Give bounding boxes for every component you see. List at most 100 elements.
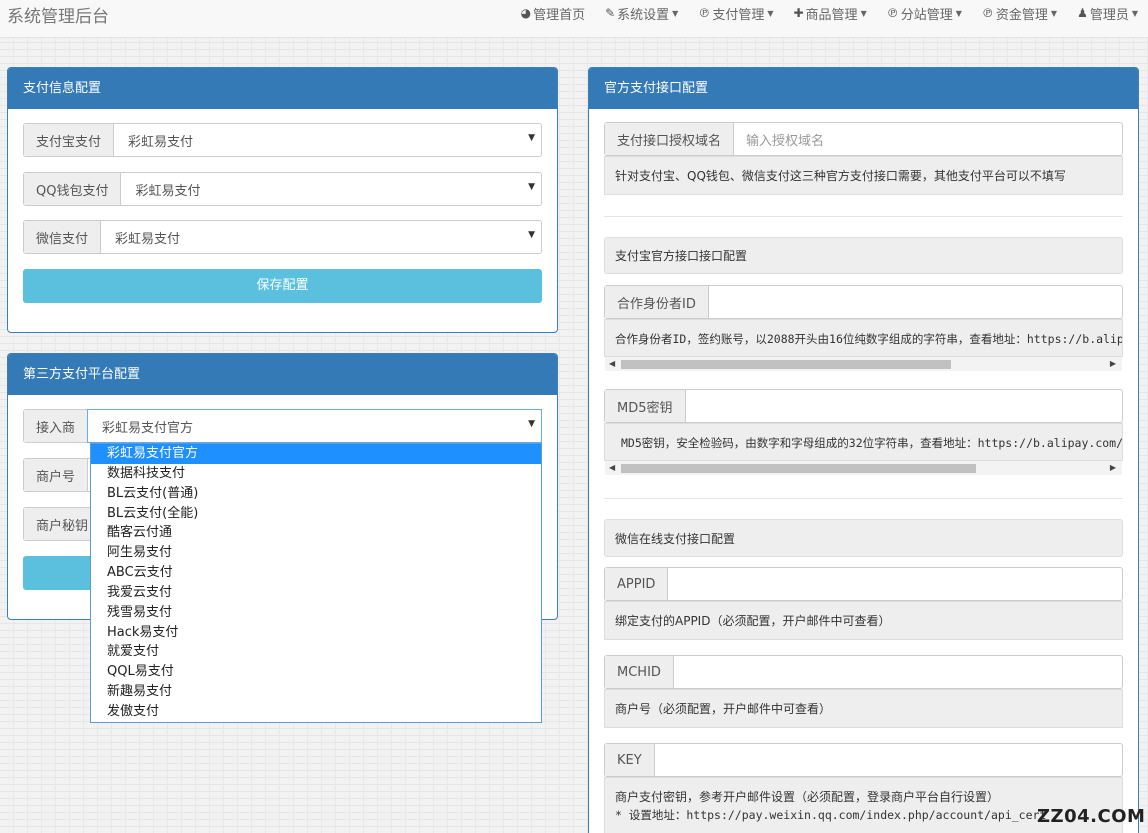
wx-key-label: KEY	[605, 744, 655, 776]
md5-key-group: MD5密钥	[604, 389, 1123, 423]
paypal-icon: ℗	[698, 6, 711, 20]
qq-select-value: 彩虹易支付	[135, 183, 201, 199]
md5-key-input[interactable]	[686, 390, 1123, 422]
nav-item-label: 支付管理	[712, 7, 765, 23]
caret-down-icon: ▼	[955, 8, 962, 18]
dashboard-icon: ◕	[520, 6, 532, 20]
alipay-select-group: 支付宝支付 彩虹易支付 ▼	[23, 123, 542, 157]
qq-select[interactable]: 彩虹易支付 ▼	[121, 173, 541, 205]
divider	[604, 498, 1123, 499]
mchid-group: MCHID	[604, 655, 1123, 689]
appid-group: APPID	[604, 567, 1123, 601]
md5-key-help-scrollbar[interactable]: ◀ ▶	[605, 461, 1122, 475]
caret-down-icon: ▼	[860, 8, 867, 18]
qq-select-group: QQ钱包支付 彩虹易支付 ▼	[23, 172, 542, 206]
md5-key-label: MD5密钥	[605, 390, 686, 422]
nav-item-0[interactable]: ◕ 管理首页	[511, 0, 596, 26]
dropdown-option[interactable]: BL云支付(普通)	[91, 484, 541, 504]
mchid-help: 商户号（必须配置，开户邮件中可查看）	[604, 689, 1123, 728]
save-config-button[interactable]: 保存配置	[23, 269, 542, 303]
dropdown-option[interactable]: ABC云支付	[91, 563, 541, 583]
wx-key-group: KEY	[604, 743, 1123, 777]
wechat-section-title: 微信在线支付接口配置	[604, 519, 1123, 557]
nav-item-2[interactable]: ℗ 支付管理 ▼	[688, 0, 783, 26]
wx-select-value: 彩虹易支付	[115, 231, 181, 247]
partner-id-help: 合作身份者ID，签约账号，以2088开头由16位纯数字组成的字符串，查看地址：h…	[604, 319, 1123, 357]
scroll-right-icon[interactable]: ▶	[1110, 461, 1116, 475]
alipay-select[interactable]: 彩虹易支付 ▼	[114, 124, 541, 156]
nav-item-3[interactable]: ✚ 商品管理 ▼	[783, 0, 876, 26]
dropdown-option[interactable]: 新趣易支付	[91, 682, 541, 702]
wx-select-group: 微信支付 彩虹易支付 ▼	[23, 220, 542, 254]
nav-item-5[interactable]: ℗ 资金管理 ▼	[972, 0, 1067, 26]
app-title[interactable]: 系统管理后台	[7, 2, 109, 27]
nav-item-label: 系统设置	[617, 7, 670, 23]
dropdown-option[interactable]: QQL易支付	[91, 662, 541, 682]
provider-dropdown-list: 彩虹易支付官方 数据科技支付 BL云支付(普通) BL云支付(全能) 酷客云付通 阿生易支…	[90, 443, 542, 723]
provider-select-value: 彩虹易支付官方	[102, 420, 194, 436]
dropdown-option[interactable]: BL云支付(全能)	[91, 504, 541, 524]
md5-key-help: MD5密钥，安全检验码，由数字和字母组成的32位字符串，查看地址：https:/…	[604, 423, 1123, 461]
auth-domain-input[interactable]: 输入授权域名	[734, 123, 1122, 155]
nav-item-label: 管理员	[1089, 7, 1129, 23]
scrollbar-thumb[interactable]	[621, 464, 976, 473]
top-navbar: 系统管理后台 ◕ 管理首页 ✎ 系统设置 ▼ ℗ 支付管理 ▼ ✚ 商品管理 ▼ ℗ 分站管理 ▼ ℗ 资金管…	[0, 0, 1148, 38]
merchant-id-label: 商户号	[24, 459, 89, 491]
partner-id-group: 合作身份者ID	[604, 285, 1123, 319]
provider-select-group: 接入商 彩虹易支付官方 ▼	[23, 409, 542, 443]
scroll-left-icon[interactable]: ◀	[609, 461, 615, 475]
nav-item-label: 管理首页	[533, 7, 586, 23]
user-icon: ♟	[1077, 6, 1088, 20]
divider	[604, 216, 1123, 217]
dropdown-option[interactable]: 酷客云付通	[91, 523, 541, 543]
provider-select[interactable]: 彩虹易支付官方 ▼	[87, 409, 542, 443]
scroll-left-icon[interactable]: ◀	[609, 357, 615, 371]
dropdown-option[interactable]: 阿生易支付	[91, 543, 541, 563]
wx-key-input[interactable]	[655, 744, 1122, 776]
chevron-down-icon: ▼	[528, 182, 535, 192]
dropdown-option[interactable]: 数据科技支付	[91, 464, 541, 484]
watermark-text: ZZ04.COM	[1037, 806, 1146, 827]
nav-item-label: 商品管理	[805, 7, 858, 23]
mchid-input[interactable]	[674, 656, 1122, 688]
dropdown-option[interactable]: 发傲支付	[91, 702, 541, 722]
nav-item-1[interactable]: ✎ 系统设置 ▼	[595, 0, 688, 26]
plus-icon: ✚	[793, 6, 804, 20]
alipay-section-title: 支付宝官方接口接口配置	[604, 237, 1123, 274]
alipay-select-value: 彩虹易支付	[128, 134, 194, 150]
caret-down-icon: ▼	[1131, 8, 1138, 18]
scroll-right-icon[interactable]: ▶	[1110, 357, 1116, 371]
auth-domain-group: 支付接口授权域名 输入授权域名	[604, 122, 1123, 156]
partner-id-input[interactable]	[709, 286, 1122, 318]
nav-item-4[interactable]: ℗ 分站管理 ▼	[877, 0, 972, 26]
caret-down-icon: ▼	[672, 8, 679, 18]
provider-label: 接入商	[24, 410, 89, 442]
chevron-down-icon: ▼	[528, 419, 535, 429]
panel-title: 支付信息配置	[8, 68, 557, 109]
partner-id-help-scrollbar[interactable]: ◀ ▶	[605, 357, 1122, 371]
qq-label: QQ钱包支付	[24, 173, 122, 205]
dropdown-option[interactable]: Hack易支付	[91, 623, 541, 643]
appid-input[interactable]	[668, 568, 1122, 600]
chevron-down-icon: ▼	[528, 133, 535, 143]
nav-item-label: 资金管理	[995, 7, 1048, 23]
auth-domain-help: 针对支付宝、QQ钱包、微信支付这三种官方支付接口需要，其他支付平台可以不填写	[604, 156, 1123, 195]
appid-help: 绑定支付的APPID（必须配置，开户邮件中可查看）	[604, 601, 1123, 640]
wx-key-help-line1: 商户支付密钥，参考开户邮件设置（必须配置，登录商户平台自行设置）	[615, 790, 1000, 804]
auth-domain-label: 支付接口授权域名	[605, 123, 735, 155]
partner-id-label: 合作身份者ID	[605, 286, 709, 318]
nav-item-label: 分站管理	[900, 7, 953, 23]
nav-item-6[interactable]: ♟ 管理员 ▼	[1067, 0, 1148, 26]
scrollbar-thumb[interactable]	[621, 360, 951, 369]
paypal-icon: ℗	[886, 6, 899, 20]
dropdown-option[interactable]: 就爱支付	[91, 642, 541, 662]
edit-icon: ✎	[605, 6, 616, 20]
caret-down-icon: ▼	[1050, 8, 1058, 18]
panel-title: 官方支付接口配置	[589, 68, 1138, 109]
dropdown-option[interactable]: 彩虹易支付官方	[91, 444, 541, 464]
chevron-down-icon: ▼	[528, 230, 535, 240]
wx-select[interactable]: 彩虹易支付 ▼	[101, 221, 541, 253]
dropdown-option[interactable]: 残雪易支付	[91, 603, 541, 623]
dropdown-option[interactable]: 我爱云支付	[91, 583, 541, 603]
paypal-icon: ℗	[981, 6, 994, 20]
